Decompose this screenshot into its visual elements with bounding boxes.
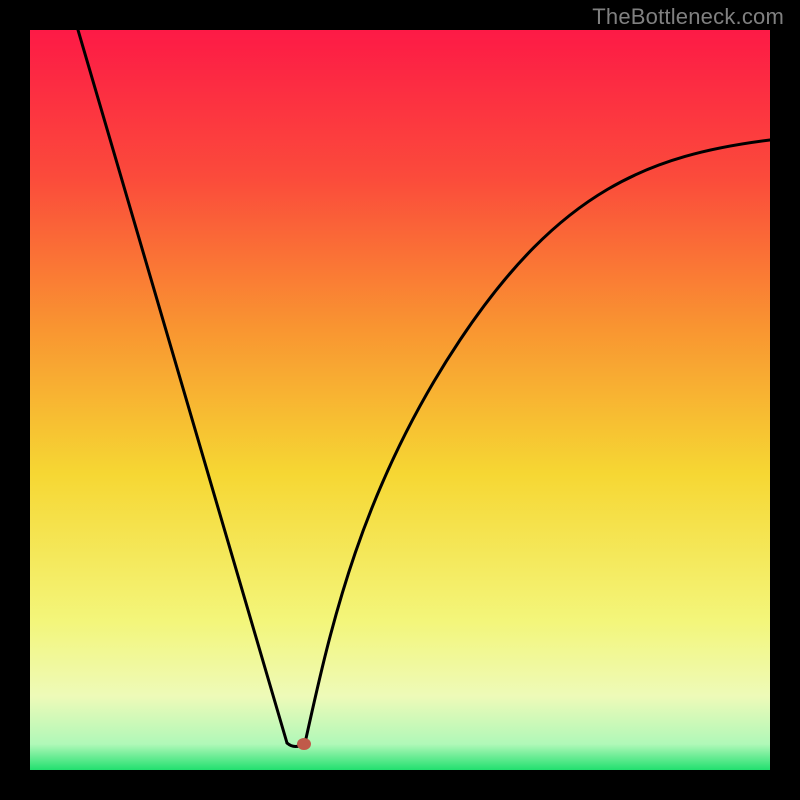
gradient-background	[30, 30, 770, 770]
minimum-dot-marker	[297, 738, 311, 750]
chart-svg	[30, 30, 770, 770]
plot-area	[30, 30, 770, 770]
watermark-label: TheBottleneck.com	[592, 4, 784, 30]
chart-stage: TheBottleneck.com	[0, 0, 800, 800]
